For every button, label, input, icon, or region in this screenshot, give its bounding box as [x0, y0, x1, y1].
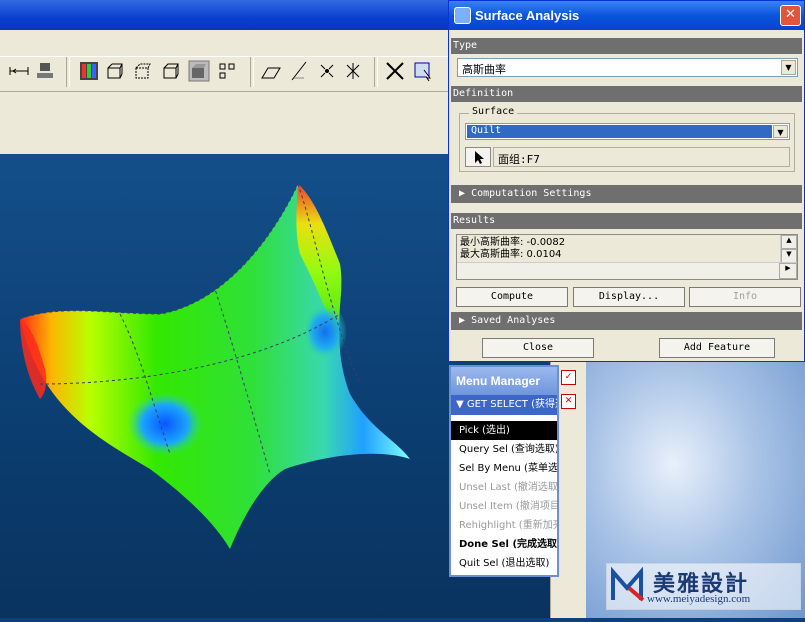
menu-item-query-sel[interactable]: Query Sel (查询选取) [451, 440, 557, 459]
menu-item-unsel-last[interactable]: Unsel Last (撤消选取) [451, 478, 557, 497]
info-button[interactable]: Info [689, 287, 801, 307]
result-max: 最大高斯曲率: 0.0104 [460, 249, 562, 260]
select-arrow-button[interactable] [465, 147, 491, 167]
menu-manager-title: Menu Manager [451, 367, 557, 395]
definition-header: Definition [451, 86, 802, 102]
datum-axis-icon[interactable] [288, 60, 310, 82]
chevron-down-icon[interactable]: ▼ [773, 125, 788, 138]
saved-analyses-label: Saved Analyses [471, 315, 556, 326]
results-text: 最小高斯曲率: -0.0082 最大高斯曲率: 0.0104 [460, 237, 565, 261]
logo-mark-icon [611, 566, 645, 602]
main-window-titlebar [0, 0, 450, 30]
computation-settings-label: Computation Settings [471, 188, 592, 199]
expand-triangle-icon: ▶ [459, 315, 466, 326]
computation-settings-header[interactable]: ▶ Computation Settings [451, 185, 802, 203]
add-feature-button[interactable]: Add Feature [659, 338, 775, 358]
menu-item-pick[interactable]: Pick (选出) [451, 421, 557, 440]
checkmark-icon[interactable]: ✓ [561, 370, 576, 385]
chevron-down-icon[interactable]: ▼ [781, 60, 796, 75]
results-textarea[interactable]: 最小高斯曲率: -0.0082 最大高斯曲率: 0.0104 ▲ ▼ ▶ [456, 234, 798, 280]
datum-point-icon[interactable] [316, 60, 338, 82]
watermark-logo: 美雅設計 www.meiyadesign.com [606, 563, 801, 610]
toolbar-separator [66, 57, 70, 87]
datum-plane-icon[interactable] [260, 60, 282, 82]
submenu-label: GET SELECT (获得选取) [466, 399, 557, 410]
surface-analysis-dialog: Surface Analysis ✕ Type 高斯曲率 ▼ Definitio… [448, 0, 805, 362]
selected-item: 面组:F7 [498, 153, 540, 166]
cancel-icon[interactable]: ✕ [561, 394, 576, 409]
type-header: Type [451, 38, 802, 54]
select-filter-icon[interactable] [384, 60, 406, 82]
surface-select[interactable]: Quilt ▼ [465, 123, 790, 140]
menu-item-rehighlight[interactable]: Rehighlight (重新加亮) [451, 516, 557, 535]
vertical-scrollbar[interactable]: ▲ ▼ [780, 235, 797, 263]
results-header: Results [451, 213, 802, 229]
surface-select-value: Quilt [471, 125, 502, 136]
dialog-title: Surface Analysis [475, 8, 580, 23]
horizontal-scrollbar[interactable]: ▶ [457, 262, 797, 279]
menu-item-quit-sel[interactable]: Quit Sel (退出选取) [451, 554, 557, 573]
expand-triangle-icon: ▶ [459, 188, 466, 199]
menu-item-done-sel[interactable]: Done Sel (完成选取) [451, 535, 557, 554]
dialog-titlebar: Surface Analysis ✕ [449, 1, 804, 30]
type-select-value: 高斯曲率 [462, 63, 506, 76]
get-select-submenu[interactable]: ▼ GET SELECT (获得选取) [451, 395, 557, 415]
hidden-line-icon[interactable] [132, 60, 154, 82]
coordinate-system-icon[interactable] [342, 60, 364, 82]
no-hidden-icon[interactable] [160, 60, 182, 82]
saved-analyses-header[interactable]: ▶ Saved Analyses [451, 312, 802, 330]
model-tree-icon[interactable] [34, 60, 56, 82]
wireframe-icon[interactable] [104, 60, 126, 82]
triangle-down-icon: ▼ [456, 399, 464, 410]
main-toolbar [0, 30, 450, 154]
selected-collector[interactable]: 面组:F7 [493, 147, 790, 167]
watermark-url: www.meiyadesign.com [647, 593, 751, 605]
menu-item-sel-by-menu[interactable]: Sel By Menu (菜单选取) [451, 459, 557, 478]
compute-button[interactable]: Compute [456, 287, 568, 307]
app-icon [454, 7, 471, 24]
menu-manager: Menu Manager ▼ GET SELECT (获得选取) Pick (选… [449, 365, 559, 577]
display-button[interactable]: Display... [573, 287, 685, 307]
shading-color-icon[interactable] [78, 60, 100, 82]
close-icon[interactable]: ✕ [780, 5, 801, 26]
shading-icon[interactable] [188, 60, 210, 82]
toolbar-separator [250, 57, 254, 87]
toolbar-separator [374, 57, 378, 87]
datum-display-icon[interactable] [216, 60, 238, 82]
menu-item-unsel-item[interactable]: Unsel Item (撤消项目) [451, 497, 557, 516]
close-button[interactable]: Close [482, 338, 594, 358]
select-icon[interactable] [412, 60, 434, 82]
pointer-icon [475, 151, 484, 164]
surface-label: Surface [469, 106, 518, 117]
type-select[interactable]: 高斯曲率 ▼ [457, 58, 798, 77]
measure-icon[interactable] [8, 60, 30, 82]
result-min: 最小高斯曲率: -0.0082 [460, 237, 566, 248]
